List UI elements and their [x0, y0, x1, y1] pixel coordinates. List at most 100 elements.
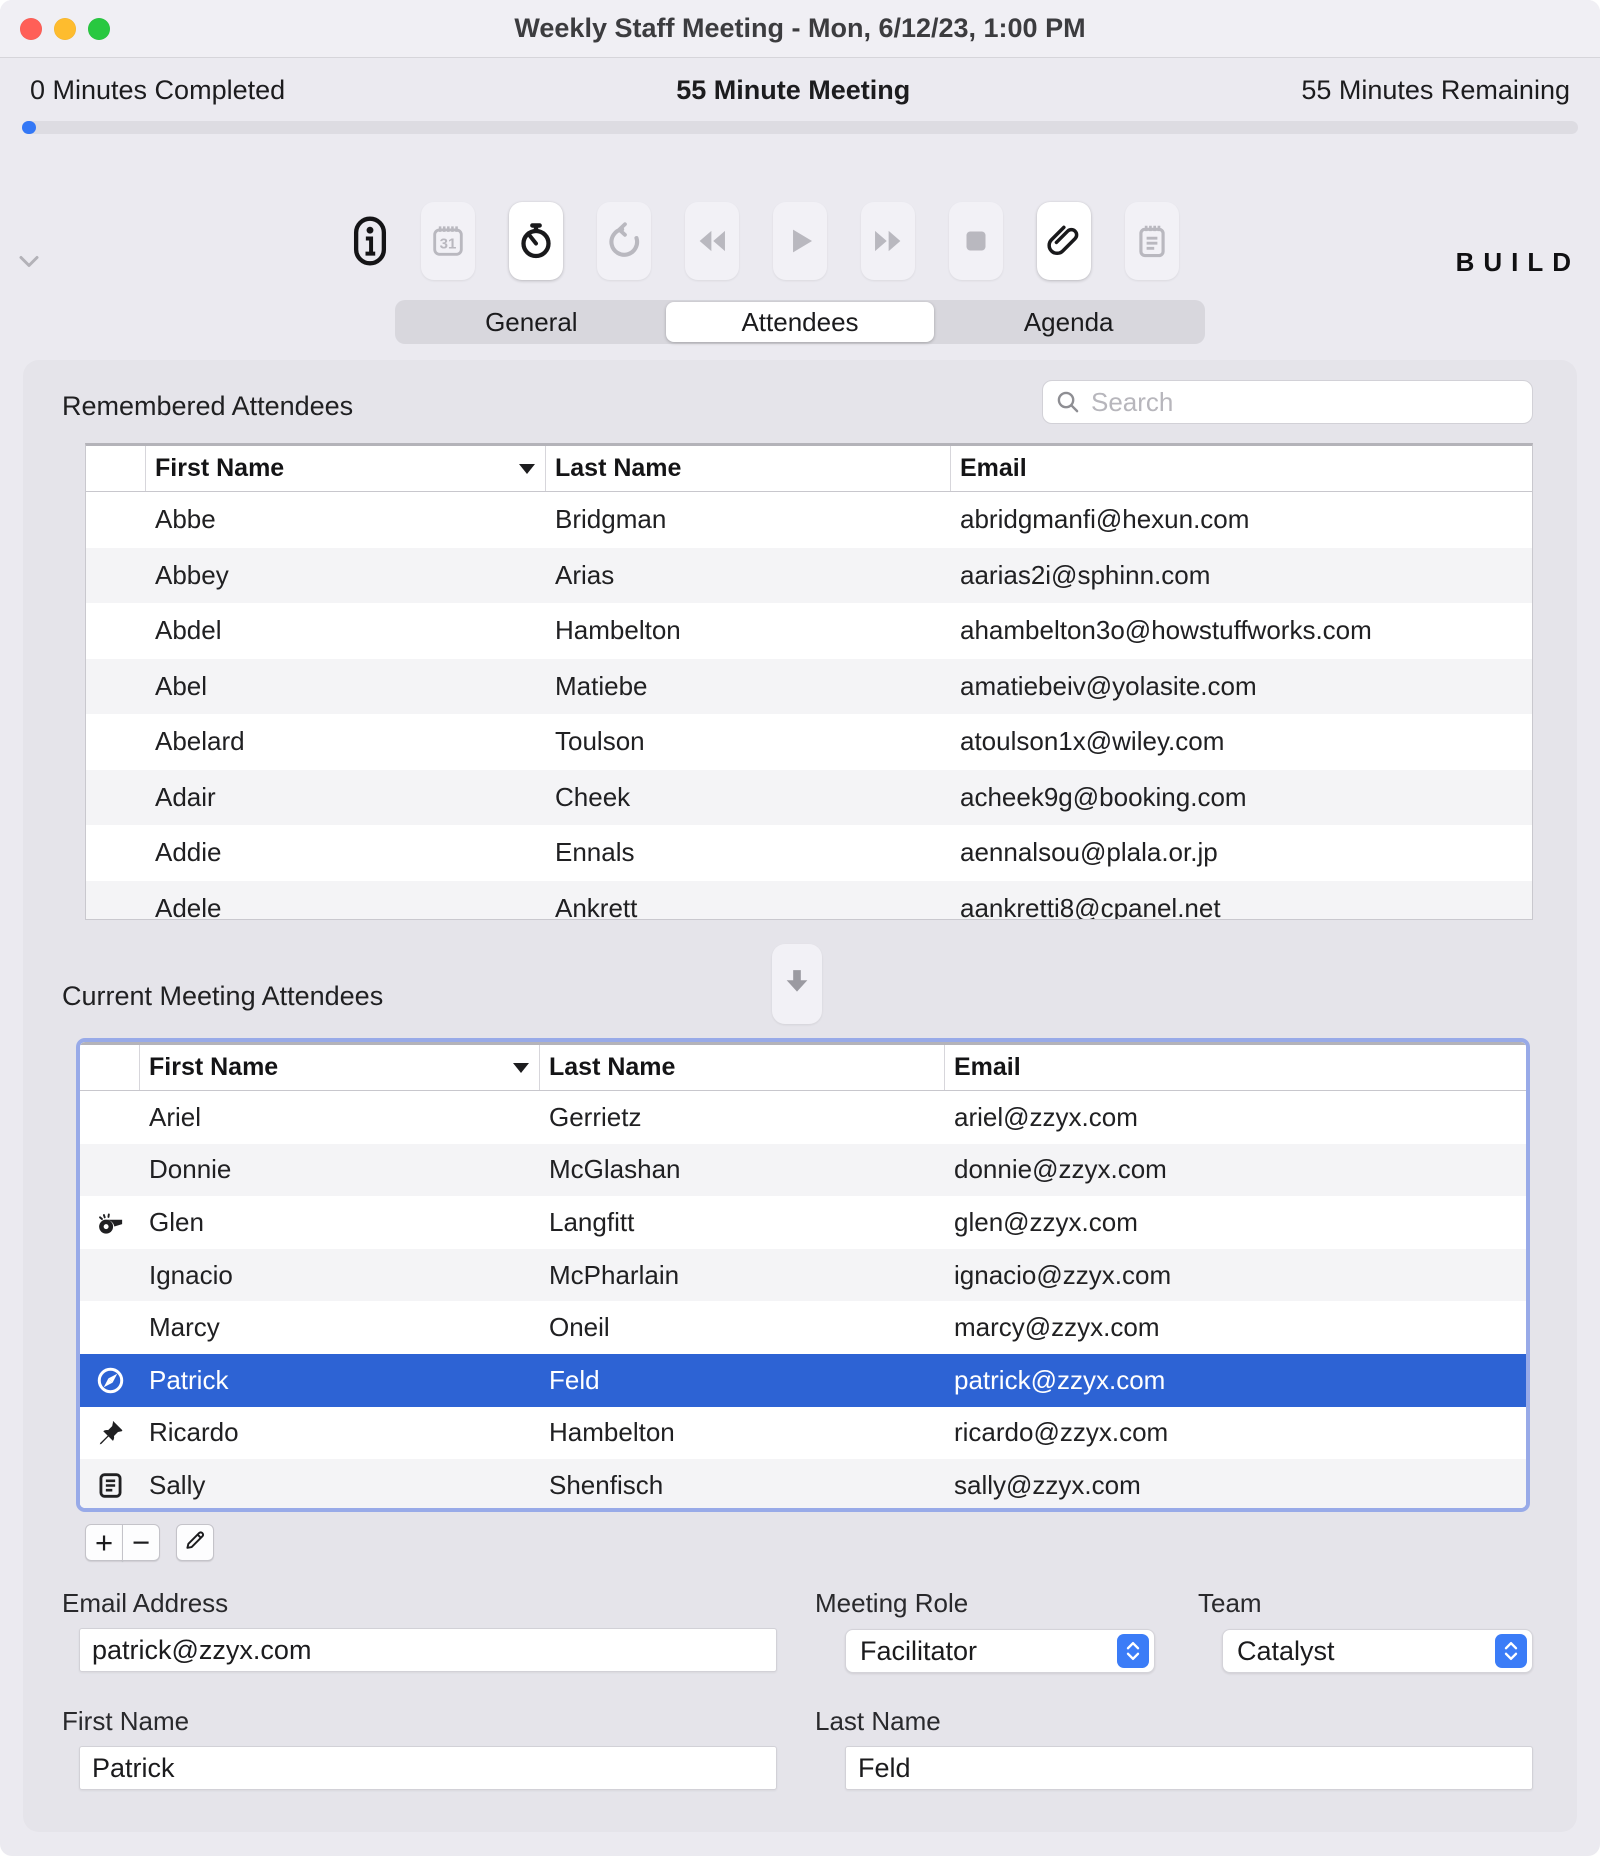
column-header-email[interactable]: Email	[951, 446, 1532, 491]
cell-email: aennalsou@plala.or.jp	[951, 837, 1532, 868]
minutes-remaining-label: 55 Minutes Remaining	[1301, 75, 1570, 106]
table-row[interactable]: AdairCheekacheek9g@booking.com	[86, 770, 1532, 826]
cell-last-name: Matiebe	[546, 671, 951, 702]
minimize-button[interactable]	[54, 18, 76, 40]
cell-last-name: Oneil	[540, 1312, 945, 1343]
pushpin-icon	[95, 1417, 126, 1448]
reset-timer-button[interactable]	[597, 202, 651, 280]
table-row[interactable]: AdeleAnkrettaankretti8@cpanel.net	[86, 881, 1532, 921]
cell-email: aankretti8@cpanel.net	[951, 893, 1532, 920]
table-row[interactable]: PatrickFeldpatrick@zzyx.com	[80, 1354, 1526, 1407]
cell-last-name: Toulson	[546, 726, 951, 757]
table-row[interactable]: ArielGerrietzariel@zzyx.com	[80, 1091, 1526, 1144]
play-button[interactable]	[773, 202, 827, 280]
table-row[interactable]: AbbeyAriasaarias2i@sphinn.com	[86, 548, 1532, 604]
stop-icon	[957, 222, 995, 260]
email-address-field[interactable]	[79, 1628, 777, 1672]
cell-first-name: Abdel	[146, 615, 546, 646]
zoom-button[interactable]	[88, 18, 110, 40]
column-header-last-name[interactable]: Last Name	[546, 446, 951, 491]
stopwatch-icon	[517, 222, 555, 260]
attachment-button[interactable]	[1037, 202, 1091, 280]
team-dropdown[interactable]: Catalyst	[1222, 1629, 1533, 1673]
meeting-length-label: 55 Minute Meeting	[676, 75, 910, 106]
search-icon	[1055, 389, 1081, 415]
meeting-progress-bar	[22, 121, 1578, 134]
table-row[interactable]: SallyShenfischsally@zzyx.com	[80, 1459, 1526, 1508]
toolbar: 31	[0, 202, 1600, 280]
rewind-button[interactable]	[685, 202, 739, 280]
titlebar: Weekly Staff Meeting - Mon, 6/12/23, 1:0…	[0, 0, 1600, 58]
whistle-icon	[95, 1207, 126, 1238]
meeting-role-dropdown[interactable]: Facilitator	[845, 1629, 1155, 1673]
cell-last-name: Feld	[540, 1365, 945, 1396]
last-name-field[interactable]	[845, 1746, 1533, 1790]
progress-labels: 0 Minutes Completed 55 Minute Meeting 55…	[0, 75, 1600, 106]
close-button[interactable]	[20, 18, 42, 40]
cell-first-name: Marcy	[140, 1312, 540, 1343]
search-input[interactable]	[1089, 386, 1520, 419]
build-label: BUILD	[1456, 247, 1580, 278]
add-attendee-button[interactable]: +	[85, 1524, 123, 1561]
tab-general[interactable]: General	[397, 302, 666, 342]
current-attendees-focus-ring: First NameLast NameEmailArielGerrietzari…	[76, 1038, 1530, 1512]
cell-first-name: Abelard	[146, 726, 546, 757]
table-row[interactable]: IgnacioMcPharlainignacio@zzyx.com	[80, 1249, 1526, 1302]
move-down-button[interactable]	[772, 944, 822, 1024]
cell-first-name: Adair	[146, 782, 546, 813]
table-row[interactable]: RicardoHambeltonricardo@zzyx.com	[80, 1407, 1526, 1460]
table-row[interactable]: AbelardToulsonatoulson1x@wiley.com	[86, 714, 1532, 770]
cell-email: glen@zzyx.com	[945, 1207, 1526, 1238]
cell-email: ariel@zzyx.com	[945, 1102, 1526, 1133]
app-window: Weekly Staff Meeting - Mon, 6/12/23, 1:0…	[0, 0, 1600, 1856]
cell-last-name: McGlashan	[540, 1154, 945, 1185]
reset-icon	[605, 222, 643, 260]
meeting-role-label: Meeting Role	[815, 1588, 968, 1619]
column-header-icon	[80, 1045, 140, 1090]
edit-attendee-button[interactable]	[176, 1524, 214, 1561]
stepper-icon	[1495, 1634, 1527, 1668]
stop-button[interactable]	[949, 202, 1003, 280]
sort-descending-icon	[519, 464, 535, 474]
column-header-email[interactable]: Email	[945, 1045, 1526, 1090]
cell-last-name: Arias	[546, 560, 951, 591]
column-header-first-name[interactable]: First Name	[140, 1045, 540, 1090]
cell-role-icon	[80, 1417, 140, 1448]
cell-last-name: Shenfisch	[540, 1470, 945, 1501]
compass-icon	[95, 1365, 126, 1396]
tab-agenda[interactable]: Agenda	[934, 302, 1203, 342]
table-row[interactable]: GlenLangfittglen@zzyx.com	[80, 1196, 1526, 1249]
cell-first-name: Ignacio	[140, 1260, 540, 1291]
table-header: First NameLast NameEmail	[80, 1045, 1526, 1091]
pencil-icon	[182, 1525, 208, 1561]
play-icon	[781, 222, 819, 260]
team-value: Catalyst	[1237, 1636, 1335, 1667]
cell-first-name: Glen	[140, 1207, 540, 1238]
search-field[interactable]	[1042, 380, 1533, 424]
cell-role-icon	[80, 1470, 140, 1501]
cell-first-name: Addie	[146, 837, 546, 868]
table-row[interactable]: AbelMatiebeamatiebeiv@yolasite.com	[86, 659, 1532, 715]
cell-last-name: Hambelton	[546, 615, 951, 646]
calendar-icon: 31	[429, 222, 467, 260]
tab-attendees[interactable]: Attendees	[666, 302, 935, 342]
table-row[interactable]: MarcyOneilmarcy@zzyx.com	[80, 1301, 1526, 1354]
fast-forward-button[interactable]	[861, 202, 915, 280]
table-row[interactable]: DonnieMcGlashandonnie@zzyx.com	[80, 1144, 1526, 1197]
table-header: First NameLast NameEmail	[86, 446, 1532, 492]
column-header-last-name[interactable]: Last Name	[540, 1045, 945, 1090]
table-row[interactable]: AddieEnnalsaennalsou@plala.or.jp	[86, 825, 1532, 881]
start-timer-button[interactable]	[509, 202, 563, 280]
cell-email: acheek9g@booking.com	[951, 782, 1532, 813]
cell-role-icon	[80, 1207, 140, 1238]
table-row[interactable]: AbbeBridgmanabridgmanfi@hexun.com	[86, 492, 1532, 548]
remove-attendee-button[interactable]: −	[122, 1524, 160, 1561]
meeting-notes-button[interactable]	[1125, 202, 1179, 280]
cell-first-name: Ricardo	[140, 1417, 540, 1448]
first-name-field[interactable]	[79, 1746, 777, 1790]
cell-last-name: Langfitt	[540, 1207, 945, 1238]
calendar-button[interactable]: 31	[421, 202, 475, 280]
column-header-first-name[interactable]: First Name	[146, 446, 546, 491]
cell-email: patrick@zzyx.com	[945, 1365, 1526, 1396]
table-row[interactable]: AbdelHambeltonahambelton3o@howstuffworks…	[86, 603, 1532, 659]
